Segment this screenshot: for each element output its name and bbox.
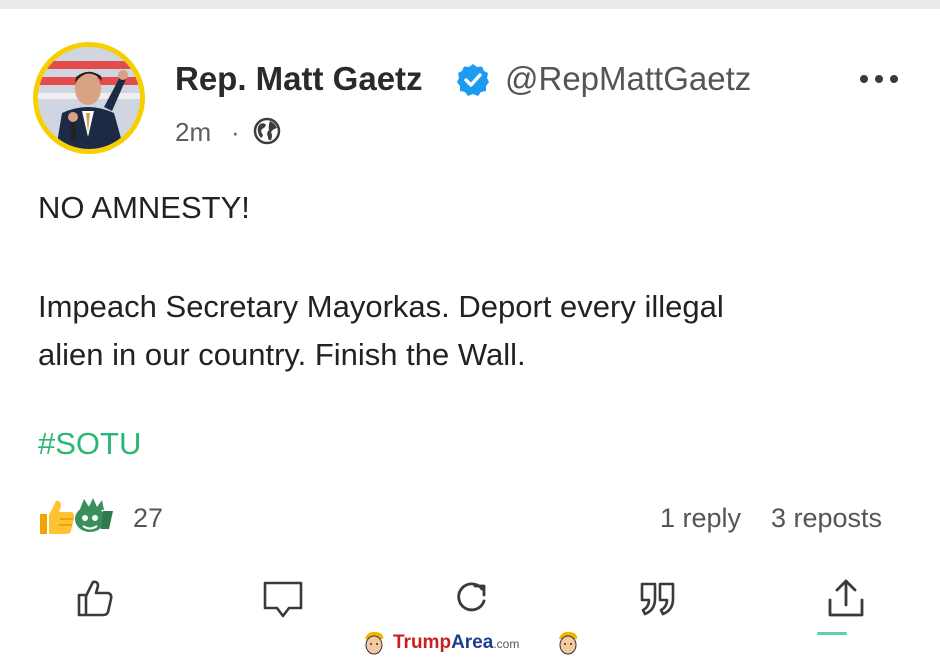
comment-icon[interactable]: [261, 576, 305, 620]
site-watermark: TrumpArea.com: [363, 630, 579, 656]
author-handle[interactable]: @RepMattGaetz: [505, 60, 751, 98]
mascot-icon: [557, 630, 579, 656]
share-icon[interactable]: [824, 576, 868, 620]
custom-reaction-icon[interactable]: [72, 497, 114, 535]
post-body-line: Impeach Secretary Mayorkas. Deport every…: [38, 289, 724, 324]
reaction-count[interactable]: 27: [133, 503, 163, 534]
post-body-line: alien in our country. Finish the Wall.: [38, 337, 526, 372]
scroll-indicator: [817, 632, 847, 635]
post-body: Impeach Secretary Mayorkas. Deport every…: [38, 283, 724, 379]
globe-icon: [252, 116, 282, 146]
more-options-icon[interactable]: [858, 66, 900, 92]
watermark-text: TrumpArea.com: [393, 632, 519, 654]
watermark-part: Trump: [393, 632, 452, 653]
avatar[interactable]: [33, 42, 145, 154]
post-time[interactable]: 2m: [175, 117, 211, 148]
top-divider: [0, 0, 940, 9]
verified-badge-icon: [455, 62, 491, 98]
watermark-part: Area: [451, 632, 494, 653]
like-icon[interactable]: [74, 576, 118, 620]
watermark-part: .com: [493, 637, 520, 651]
reply-count[interactable]: 1 reply: [660, 503, 741, 534]
author-name[interactable]: Rep. Matt Gaetz: [175, 60, 423, 98]
mascot-icon: [363, 630, 385, 656]
meta-separator: ·: [231, 117, 240, 147]
repost-icon[interactable]: [449, 576, 493, 620]
repost-count[interactable]: 3 reposts: [771, 503, 882, 534]
quote-icon[interactable]: [636, 576, 680, 620]
post-body-heading: NO AMNESTY!: [38, 190, 250, 225]
thumbs-up-reaction-icon[interactable]: [36, 497, 76, 537]
hashtag-link[interactable]: #SOTU: [38, 426, 141, 462]
